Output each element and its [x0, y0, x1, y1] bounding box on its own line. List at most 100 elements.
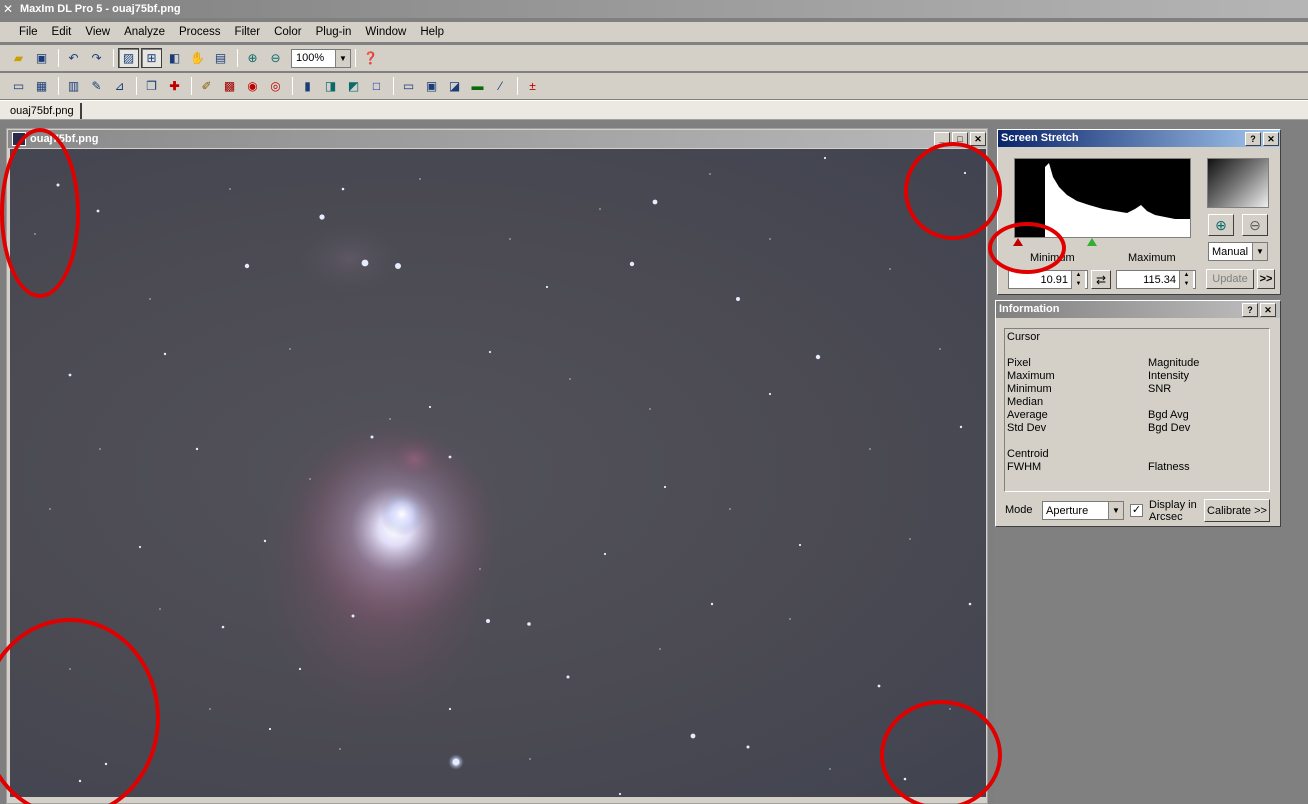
toolbar-separator: [58, 77, 59, 95]
undo-icon[interactable]: ↶: [63, 48, 84, 68]
help-icon[interactable]: ?: [1245, 132, 1261, 146]
toolbar-separator: [393, 77, 394, 95]
square-select-icon[interactable]: □: [366, 76, 387, 96]
toolbar-separator: [292, 77, 293, 95]
information-title: Information: [996, 301, 1280, 318]
pixel-label: Pixel: [1007, 357, 1031, 369]
menu-plugin[interactable]: Plug-in: [309, 26, 359, 38]
chevron-down-icon[interactable]: ▼: [1108, 502, 1123, 519]
layout-icon[interactable]: ▦: [31, 76, 52, 96]
ruler-icon[interactable]: ▭: [8, 76, 29, 96]
plus-minus-icon[interactable]: ±: [522, 76, 543, 96]
curve-icon[interactable]: ⁄: [490, 76, 511, 96]
app-icon[interactable]: ✕: [3, 2, 17, 16]
close-icon[interactable]: ✕: [1260, 303, 1276, 317]
toolbar-tools: ▭ ▦ ▥ ✎ ⊿ ❐ ✚ ✐ ▩ ◉ ◎ ▮ ◨ ◩ □ ▭ ▣ ◪ ▬ ⁄ …: [0, 73, 1308, 99]
toolbar-separator: [58, 49, 59, 67]
maximum-stat-label: Maximum: [1007, 370, 1055, 382]
stretch-mode-select[interactable]: Manual ▼: [1208, 242, 1268, 261]
menu-file[interactable]: File: [12, 26, 45, 38]
maximum-label: Maximum: [1128, 252, 1176, 264]
swap-icon[interactable]: ⇄: [1091, 270, 1111, 289]
stack-icon[interactable]: ▥: [63, 76, 84, 96]
screen-stretch-controls: ? ✕: [1245, 132, 1279, 146]
close-icon[interactable]: ✕: [970, 132, 986, 146]
maximum-field[interactable]: 115.34 ▲ ▼: [1116, 270, 1196, 289]
chevron-down-icon[interactable]: ▼: [1252, 243, 1267, 260]
zoom-in-icon[interactable]: ⊕: [1208, 214, 1234, 236]
add-marker-icon[interactable]: ✚: [164, 76, 185, 96]
magnet-icon[interactable]: ◎: [265, 76, 286, 96]
bar-chart-icon[interactable]: ▮: [297, 76, 318, 96]
menu-process[interactable]: Process: [172, 26, 228, 38]
update-button[interactable]: Update: [1206, 269, 1254, 289]
stretch-mode-value: Manual: [1212, 245, 1249, 258]
menu-bar: File Edit View Analyze Process Filter Co…: [0, 22, 1308, 42]
average-label: Average: [1007, 409, 1048, 421]
menu-analyze[interactable]: Analyze: [117, 26, 172, 38]
zoom-value: 100%: [296, 52, 325, 64]
flatness-label: Flatness: [1148, 461, 1190, 473]
toolbar-separator: [191, 77, 192, 95]
stretch-more-button[interactable]: >>: [1257, 269, 1275, 289]
display-arcsec-line-1: Display in: [1149, 499, 1197, 511]
std-dev-label: Std Dev: [1007, 422, 1047, 434]
annotation-circle-top-left: [0, 128, 80, 298]
information-controls: ? ✕: [1242, 303, 1276, 317]
info-mode-select[interactable]: Aperture ▼: [1042, 501, 1124, 520]
calibrate-button[interactable]: Calibrate >>: [1204, 499, 1270, 522]
tab-ouaj75bf[interactable]: ouaj75bf.png: [4, 103, 82, 119]
screen-stretch-title: Screen Stretch: [998, 130, 1280, 147]
brush-icon[interactable]: ✐: [196, 76, 217, 96]
document-tab-bar: [0, 100, 1308, 120]
info-mode-value: Aperture: [1046, 504, 1089, 517]
menu-color[interactable]: Color: [267, 26, 308, 38]
annotation-circle-top-right: [904, 142, 1002, 240]
minimum-spinner[interactable]: ▲ ▼: [1071, 270, 1085, 289]
zoom-in-icon[interactable]: ⊕: [242, 48, 263, 68]
close-icon[interactable]: ✕: [1263, 132, 1279, 146]
zoom-out-icon[interactable]: ⊖: [1242, 214, 1268, 236]
menu-edit[interactable]: Edit: [45, 26, 79, 38]
properties-icon[interactable]: ▤: [210, 48, 231, 68]
chevron-down-icon[interactable]: ▼: [335, 49, 350, 67]
zoom-select[interactable]: 100% ▼: [291, 48, 351, 68]
help-icon[interactable]: ?: [1242, 303, 1258, 317]
toolbar-main: ▰ ▣ ↶ ↷ ▨ ⊞ ◧ ✋ ▤ ⊕ ⊖ 100% ▼ ❓: [0, 45, 1308, 71]
align-icon[interactable]: ◨: [320, 76, 341, 96]
menu-window[interactable]: Window: [358, 26, 413, 38]
display-arcsec-checkbox[interactable]: ✓: [1130, 504, 1143, 517]
graph-edit-icon[interactable]: ✎: [86, 76, 107, 96]
zoom-out-icon[interactable]: ⊖: [265, 48, 286, 68]
frame-icon[interactable]: ▭: [398, 76, 419, 96]
context-help-icon[interactable]: ❓: [360, 48, 381, 68]
magnitude-label: Magnitude: [1148, 357, 1200, 369]
open-folder-icon[interactable]: ▰: [8, 48, 29, 68]
picture-edit-icon[interactable]: ◪: [444, 76, 465, 96]
combine-icon[interactable]: ◩: [343, 76, 364, 96]
maximum-spinner[interactable]: ▲ ▼: [1179, 270, 1193, 289]
target-icon[interactable]: ◉: [242, 76, 263, 96]
bgd-dev-label: Bgd Dev: [1148, 422, 1191, 434]
line-profile-icon[interactable]: ⊿: [109, 76, 130, 96]
intensity-label: Intensity: [1148, 370, 1189, 382]
menu-help[interactable]: Help: [413, 26, 451, 38]
grid-icon[interactable]: ▩: [219, 76, 240, 96]
image-view-icon[interactable]: ▨: [118, 48, 139, 68]
page-split-icon[interactable]: ◧: [164, 48, 185, 68]
hand-pan-icon[interactable]: ✋: [187, 48, 208, 68]
minimum-value: 10.91: [1040, 273, 1068, 286]
maximum-marker-icon[interactable]: [1087, 238, 1097, 246]
menu-filter[interactable]: Filter: [228, 26, 268, 38]
toolbar-separator: [237, 49, 238, 67]
save-icon[interactable]: ▣: [31, 48, 52, 68]
redo-icon[interactable]: ↷: [86, 48, 107, 68]
copy-icon[interactable]: ❐: [141, 76, 162, 96]
crosshair-view-icon[interactable]: ⊞: [141, 48, 162, 68]
picture-icon[interactable]: ▣: [421, 76, 442, 96]
median-label: Median: [1007, 396, 1044, 408]
menu-view[interactable]: View: [78, 26, 117, 38]
toolbar-separator: [517, 77, 518, 95]
level-icon[interactable]: ▬: [467, 76, 488, 96]
